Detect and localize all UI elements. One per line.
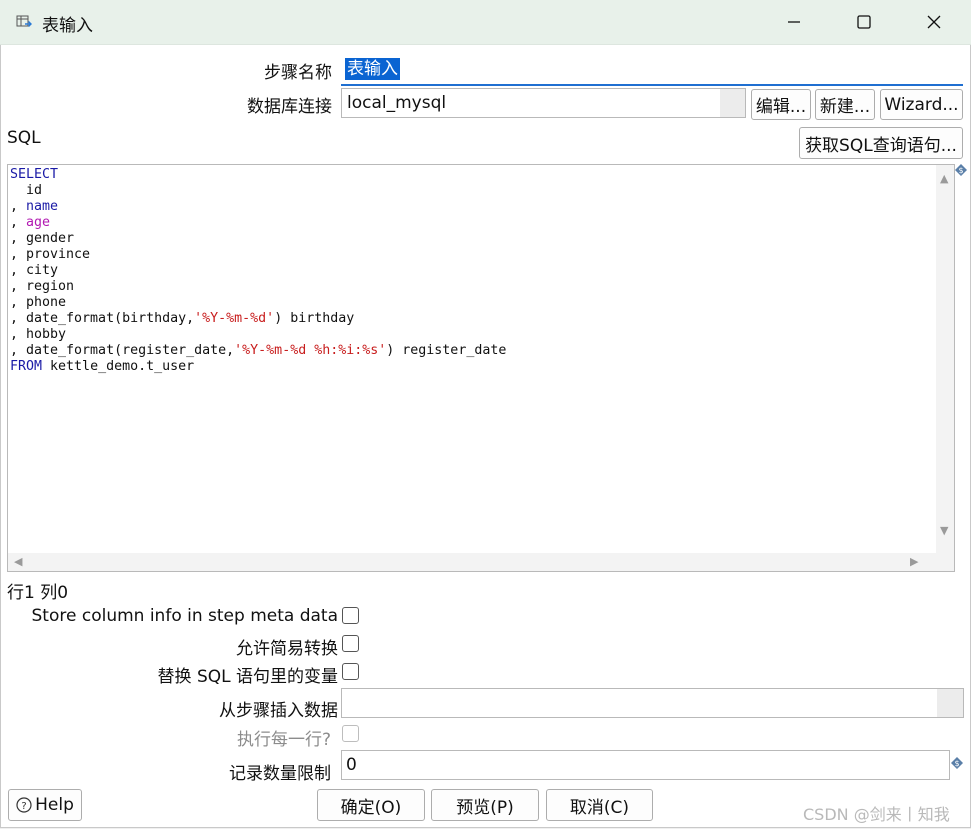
table-input-icon <box>16 15 32 27</box>
sql-editor[interactable]: SELECT id, name, age, gender, province, … <box>7 164 955 572</box>
close-button[interactable] <box>914 8 954 36</box>
insert-from-step-label: 从步骤插入数据 <box>219 701 338 721</box>
limit-input[interactable] <box>341 750 950 780</box>
preview-button[interactable]: 预览(P) <box>431 789 539 821</box>
sql-token: kettle_demo.t_user <box>42 359 195 374</box>
variable-diamond-icon: $ <box>955 164 967 176</box>
svg-text:$: $ <box>954 759 959 768</box>
wizard-button[interactable]: Wizard... <box>880 89 963 120</box>
store-column-info-checkbox[interactable] <box>342 607 359 624</box>
lazy-conversion-label: 允许简易转换 <box>236 639 338 659</box>
sql-line: , province <box>10 247 506 263</box>
maximize-button[interactable] <box>844 8 884 36</box>
sql-token: , hobby <box>10 327 67 342</box>
window-title: 表输入 <box>42 16 93 36</box>
sql-line: , name <box>10 199 506 215</box>
db-connection-label: 数据库连接 <box>247 97 332 117</box>
sql-token: , region <box>10 279 75 294</box>
sql-token: , date_format(register_date, <box>10 343 235 358</box>
maximize-icon <box>857 15 871 29</box>
svg-text:?: ? <box>21 801 26 812</box>
sql-line: , date_format(register_date,'%Y-%m-%d %h… <box>10 343 506 359</box>
scroll-down-icon[interactable]: ▼ <box>940 525 948 536</box>
sql-line: , city <box>10 263 506 279</box>
sql-token: , <box>10 199 27 214</box>
minimize-icon <box>788 21 800 23</box>
db-connection-value: local_mysql <box>347 93 447 113</box>
watermark: CSDN @剑来丨知我 <box>803 805 950 824</box>
sql-line: SELECT <box>10 167 506 183</box>
db-connection-dropdown-button[interactable] <box>720 89 745 117</box>
sql-line: FROM kettle_demo.t_user <box>10 359 506 375</box>
minimize-button[interactable] <box>774 8 814 36</box>
sql-token: , province <box>10 247 91 262</box>
sql-token: , gender <box>10 231 75 246</box>
sql-code[interactable]: SELECT id, name, age, gender, province, … <box>10 167 506 375</box>
vertical-scrollbar[interactable]: ▲ ▼ <box>936 165 954 553</box>
sql-line: , date_format(birthday,'%Y-%m-%d') birth… <box>10 311 506 327</box>
sql-token: FROM <box>10 359 43 374</box>
cancel-button[interactable]: 取消(C) <box>546 789 653 821</box>
sql-line: , age <box>10 215 506 231</box>
close-icon <box>927 15 941 29</box>
get-sql-button[interactable]: 获取SQL查询语句... <box>799 127 963 159</box>
sql-line: , hobby <box>10 327 506 343</box>
limit-label: 记录数量限制 <box>229 764 331 784</box>
sql-line: id <box>10 183 506 199</box>
replace-variables-label: 替换 SQL 语句里的变量 <box>157 667 338 687</box>
scroll-up-icon[interactable]: ▲ <box>940 173 948 184</box>
scroll-left-icon[interactable]: ◀ <box>14 556 22 567</box>
execute-each-row-checkbox <box>342 725 359 742</box>
sql-token: , <box>10 215 27 230</box>
ok-button[interactable]: 确定(O) <box>317 789 425 821</box>
sql-token: '%Y-%m-%d %h:%i:%s' <box>234 343 387 358</box>
execute-each-row-label: 执行每一行? <box>236 730 331 750</box>
help-button-label: Help <box>35 795 74 815</box>
sql-token: , date_format(birthday, <box>10 311 195 326</box>
sql-line: , phone <box>10 295 506 311</box>
sql-token: '%Y-%m-%d' <box>194 311 275 326</box>
title-bar[interactable]: 表输入 <box>0 0 971 45</box>
sql-line: , region <box>10 279 506 295</box>
sql-line: , gender <box>10 231 506 247</box>
insert-from-step-select[interactable] <box>341 688 964 718</box>
scroll-right-icon[interactable]: ▶ <box>910 556 918 567</box>
svg-text:$: $ <box>958 166 963 175</box>
sql-token: , city <box>10 263 59 278</box>
horizontal-scrollbar[interactable]: ◀ ▶ <box>8 553 954 571</box>
sql-token: name <box>26 199 59 214</box>
help-circle-icon: ? <box>16 797 32 813</box>
step-name-value[interactable]: 表输入 <box>345 58 400 80</box>
sql-token: SELECT <box>10 167 59 182</box>
sql-token: id <box>10 183 43 198</box>
step-name-input[interactable] <box>341 55 963 86</box>
insert-from-step-dropdown-button[interactable] <box>937 689 963 717</box>
sql-token: , phone <box>10 295 67 310</box>
replace-variables-checkbox[interactable] <box>342 663 359 680</box>
variable-diamond-icon: $ <box>951 757 963 769</box>
sql-token: ) register_date <box>386 343 507 358</box>
sql-label: SQL <box>7 128 41 148</box>
new-connection-button[interactable]: 新建... <box>815 89 875 120</box>
limit-value[interactable]: 0 <box>346 755 357 775</box>
lazy-conversion-checkbox[interactable] <box>342 635 359 652</box>
edit-connection-button[interactable]: 编辑... <box>751 89 811 120</box>
sql-token: age <box>26 215 51 230</box>
cursor-position: 行1 列0 <box>7 583 69 603</box>
store-column-info-label: Store column info in step meta data <box>31 606 338 626</box>
sql-token: ) birthday <box>274 311 355 326</box>
step-name-label: 步骤名称 <box>264 63 332 83</box>
help-button[interactable]: ? Help <box>8 789 82 821</box>
